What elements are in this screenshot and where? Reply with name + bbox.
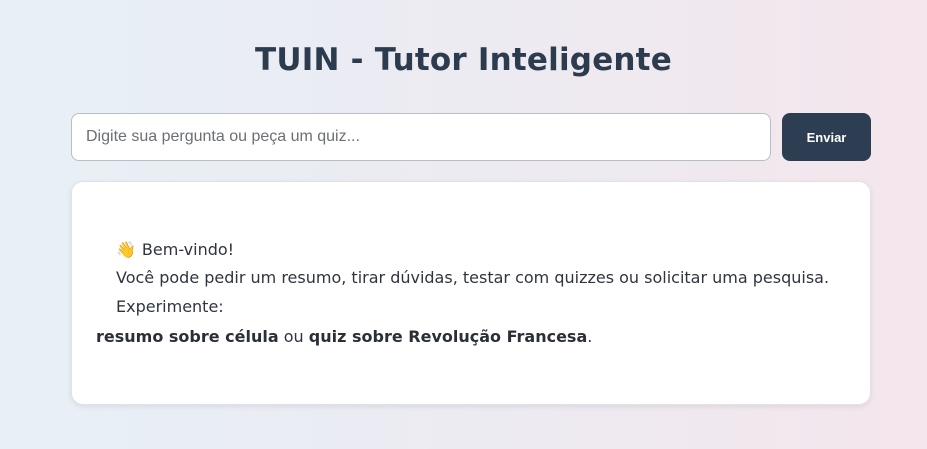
chat-panel: 👋 Bem-vindo! Você pode pedir um resumo, t… xyxy=(71,181,871,405)
greeting-text: Bem-vindo! xyxy=(141,240,235,259)
page-title: TUIN - Tutor Inteligente xyxy=(255,42,672,78)
end-punct: . xyxy=(587,327,593,346)
example-resumo: resumo sobre célula xyxy=(96,327,279,346)
question-form: Enviar xyxy=(71,113,871,161)
example-quiz: quiz sobre Revolução Francesa xyxy=(308,327,588,346)
question-input[interactable] xyxy=(71,113,771,161)
send-button[interactable]: Enviar xyxy=(782,113,871,161)
connector-text: ou xyxy=(283,327,304,346)
welcome-greeting: 👋 Bem-vindo! xyxy=(116,240,234,259)
examples-line: resumo sobre célula ou quiz sobre Revolu… xyxy=(96,327,592,346)
try-label: Experimente: xyxy=(116,297,224,316)
intro-text: Você pode pedir um resumo, tirar dúvidas… xyxy=(116,268,830,287)
waving-hand-icon: 👋 xyxy=(116,240,136,259)
